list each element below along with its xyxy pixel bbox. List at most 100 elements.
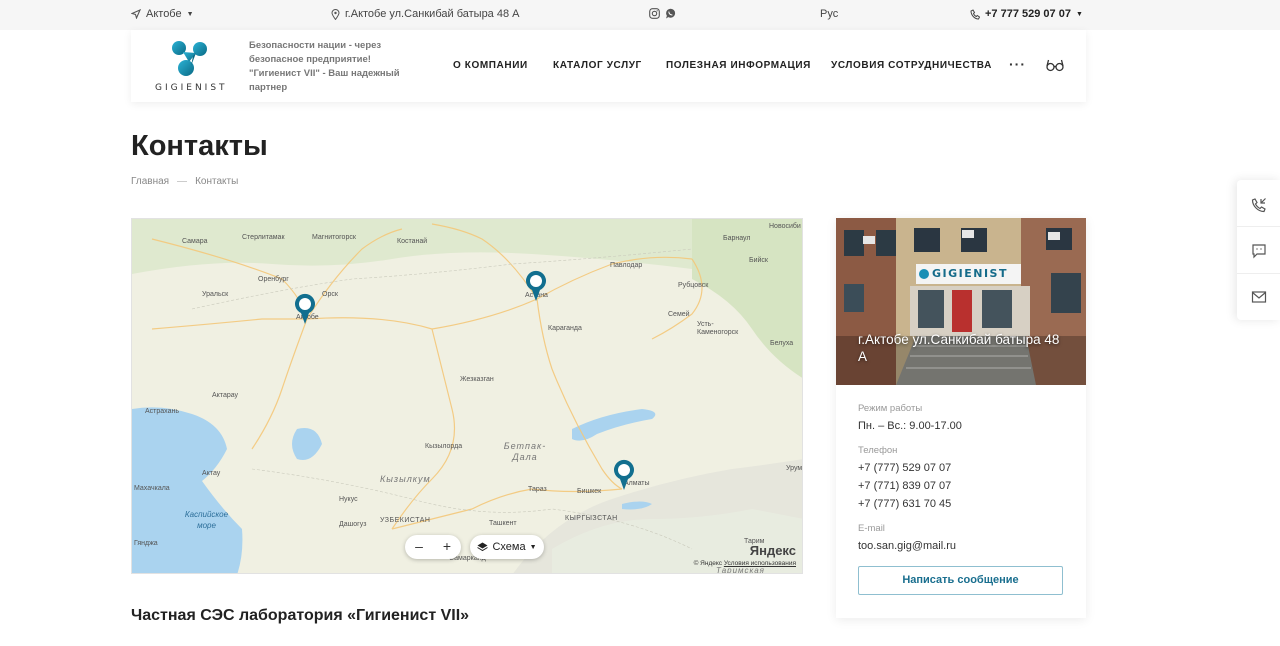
map-pin-astana[interactable]: [524, 270, 548, 302]
map-label: Актарау: [212, 392, 239, 399]
chevron-down-icon: ▼: [186, 10, 194, 18]
address-text: г.Актобе ул.Санкибай батыра 48 А: [345, 8, 520, 20]
contact-info: Режим работы Пн. – Вс.: 9.00-17.00 Телеф…: [858, 403, 1068, 565]
map-label: УЗБЕКИСТАН: [380, 517, 431, 524]
map-label: Махачкала: [134, 485, 170, 492]
layers-icon: [477, 542, 489, 552]
work-hours-block: Режим работы Пн. – Вс.: 9.00-17.00: [858, 403, 1068, 435]
map-label: Усть-Каменогорск: [697, 321, 739, 336]
callback-phone-icon[interactable]: [1251, 197, 1267, 213]
map-label: Тараз: [528, 486, 547, 493]
city-selector[interactable]: Актобе ▼: [131, 8, 194, 20]
map-label: Семей: [668, 311, 690, 318]
map-label: Урум: [786, 465, 803, 472]
chevron-down-icon: ▼: [529, 543, 537, 551]
sign-text: GIGIENIST: [932, 267, 1008, 280]
map-label: Магнитогорск: [312, 234, 356, 241]
map-region-label: Бетпак-Дала: [503, 441, 547, 462]
nav-item-catalog[interactable]: КАТАЛОГ УСЛУГ: [553, 60, 642, 71]
map-region-label: Кызылкум: [380, 474, 431, 484]
map-label: Стерлитамак: [242, 234, 285, 241]
accessibility-glasses-icon[interactable]: [1046, 58, 1064, 72]
map-region-label: Таримская: [716, 566, 765, 574]
photo-caption: г.Актобе ул.Санкибай батыра 48 А: [858, 332, 1060, 364]
zoom-out-button[interactable]: –: [405, 535, 433, 559]
map-label: Гянджа: [134, 540, 158, 547]
map-label: Караганда: [548, 325, 582, 332]
phone-link[interactable]: +7 (771) 839 07 07: [858, 477, 1068, 495]
map-label: Кызылорда: [425, 443, 463, 450]
logo-text: GIGIENIST: [155, 83, 228, 93]
map-label: Орск: [322, 291, 338, 298]
contact-card: GIGIENIST г.Актобе ул.Санкибай батыра 48…: [836, 218, 1086, 618]
email-block: E-mail too.san.gig@mail.ru: [858, 523, 1068, 555]
map-label: Актау: [202, 470, 221, 477]
city-label: Актобе: [146, 8, 182, 20]
chat-icon[interactable]: [1251, 243, 1267, 259]
phone-number: +7 777 529 07 07: [985, 8, 1071, 20]
header: GIGIENIST Безопасности нации - через без…: [131, 30, 1086, 102]
nav-item-useful-info[interactable]: ПОЛЕЗНАЯ ИНФОРМАЦИЯ: [666, 60, 811, 71]
slogan: Безопасности нации - через безопасное пр…: [249, 40, 400, 93]
breadcrumb-current: Контакты: [195, 176, 239, 187]
map-label: Ташкент: [489, 520, 517, 527]
map-label: Барнаул: [723, 235, 751, 242]
breadcrumb-separator: [177, 181, 188, 182]
email-link[interactable]: too.san.gig@mail.ru: [858, 537, 1068, 555]
breadcrumb: Главная Контакты: [131, 176, 238, 187]
phones-block: Телефон +7 (777) 529 07 07 +7 (771) 839 …: [858, 445, 1068, 513]
more-menu-button[interactable]: ···: [1009, 56, 1026, 72]
yandex-map[interactable]: Самара Стерлитамак Магнитогорск Костанай…: [131, 218, 803, 574]
phone-icon: [970, 8, 980, 20]
phone-link[interactable]: +7 (777) 529 07 07: [858, 459, 1068, 477]
nav-item-cooperation[interactable]: УСЛОВИЯ СОТРУДНИЧЕСТВА: [831, 60, 992, 71]
side-widget: [1237, 180, 1280, 320]
chevron-down-icon: ▼: [1075, 10, 1083, 18]
mail-icon[interactable]: [1251, 289, 1267, 305]
office-photo: GIGIENIST г.Актобе ул.Санкибай батыра 48…: [836, 218, 1086, 385]
zoom-control: – +: [405, 535, 461, 559]
divider: [1237, 273, 1280, 274]
terms-link[interactable]: Условия использования: [724, 560, 796, 567]
zoom-in-button[interactable]: +: [433, 535, 461, 559]
yandex-logo: Яндекс: [749, 543, 796, 558]
copyright-text: © Яндекс: [693, 560, 723, 567]
map-label: Астрахань: [145, 408, 179, 415]
map-label: Нукус: [339, 496, 358, 503]
map-label: Оренбург: [258, 276, 289, 283]
language-switcher[interactable]: Рус: [820, 8, 838, 20]
map-label: Бийск: [749, 257, 768, 264]
map-pin-aktobe[interactable]: [293, 293, 317, 325]
map-label: Самара: [182, 238, 208, 245]
map-copyright: © Яндекс Условия использования: [694, 560, 796, 567]
breadcrumb-home[interactable]: Главная: [131, 176, 169, 187]
section-title: Частная СЭС лаборатория «Гигиенист VII»: [131, 607, 470, 624]
top-address: г.Актобе ул.Санкибай батыра 48 А: [331, 8, 520, 20]
map-label: КЫРГЫЗСТАН: [565, 515, 618, 522]
work-hours-value: Пн. – Вс.: 9.00-17.00: [858, 420, 962, 432]
phone-label: Телефон: [858, 445, 898, 456]
write-message-button[interactable]: Написать сообщение: [858, 566, 1063, 595]
map-sea-label: Каспийское море: [184, 510, 229, 530]
top-phone[interactable]: +7 777 529 07 07 ▼: [970, 8, 1083, 20]
email-label: E-mail: [858, 523, 885, 534]
map-pin-almaty[interactable]: [612, 459, 636, 491]
map-label: Белуха: [770, 340, 794, 347]
social-links: [649, 8, 676, 19]
location-arrow-icon: [131, 9, 141, 19]
map-label: Рубцовск: [678, 282, 709, 289]
instagram-icon[interactable]: [649, 8, 660, 19]
map-label: Новосиби: [769, 223, 801, 230]
map-label: Уральск: [202, 291, 229, 298]
work-hours-label: Режим работы: [858, 403, 923, 414]
divider: [1237, 226, 1280, 227]
nav-item-company[interactable]: О КОМПАНИИ: [453, 60, 528, 71]
map-label: Бишкек: [577, 488, 602, 495]
phone-link[interactable]: +7 (777) 631 70 45: [858, 495, 1068, 513]
map-type-selector[interactable]: Схема ▼: [470, 535, 544, 559]
map-type-label: Схема: [492, 541, 526, 553]
top-bar: Актобе ▼ г.Актобе ул.Санкибай батыра 48 …: [0, 0, 1280, 30]
page-title: Контакты: [131, 130, 268, 162]
map-label: Павлодар: [610, 262, 643, 269]
whatsapp-icon[interactable]: [665, 8, 676, 19]
